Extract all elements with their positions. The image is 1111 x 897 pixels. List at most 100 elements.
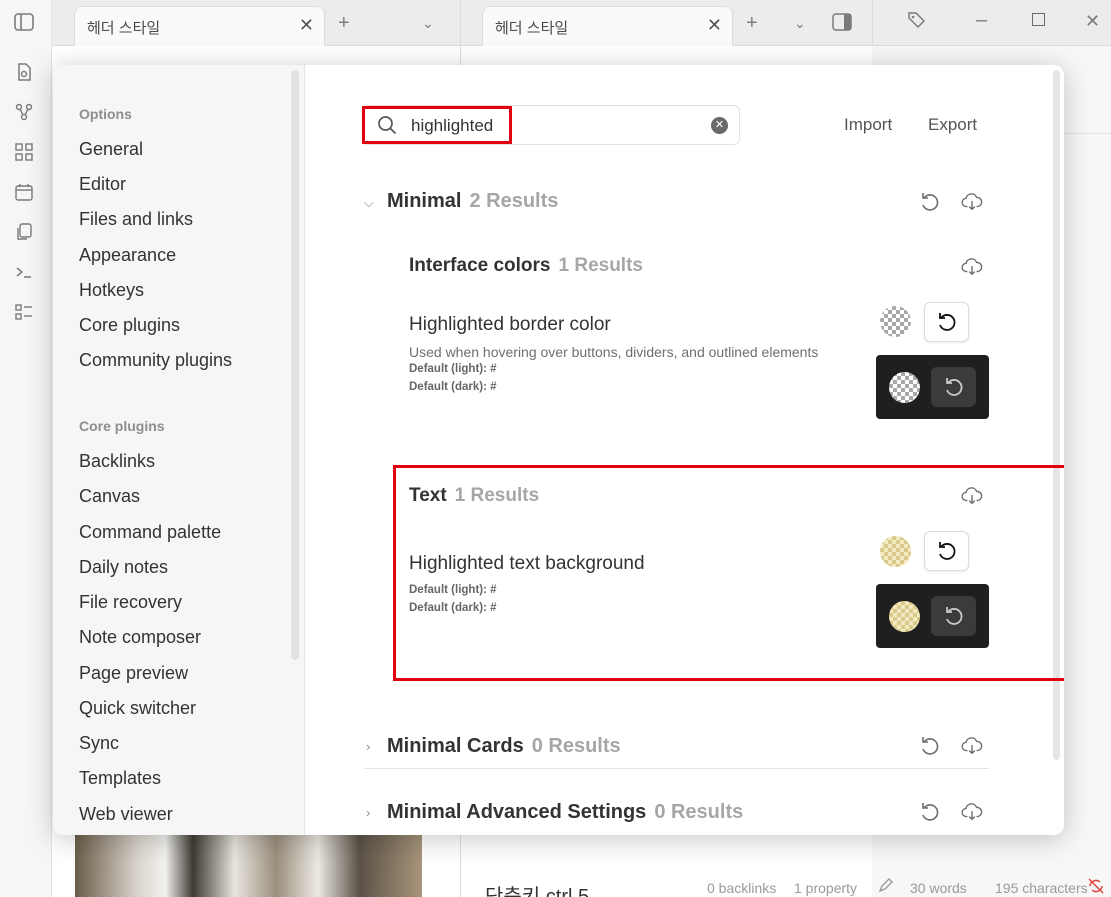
- status-characters: 195 characters: [995, 880, 1088, 896]
- cloud-download-icon[interactable]: [959, 189, 985, 215]
- status-words: 30 words: [910, 880, 967, 896]
- chevron-down-icon[interactable]: ⌵: [364, 195, 374, 211]
- sidebar-item-daily-notes[interactable]: Daily notes: [79, 557, 168, 578]
- settings-content: ✕ Import Export ⌵ Minimal 2 Results Inter…: [305, 65, 1064, 835]
- reset-button-dark[interactable]: [931, 596, 976, 636]
- section-minimal-cards[interactable]: Minimal Cards 0 Results: [387, 735, 621, 758]
- sidebar-item-note-composer[interactable]: Note composer: [79, 627, 201, 648]
- sidebar-item-file-recovery[interactable]: File recovery: [79, 592, 182, 613]
- close-icon[interactable]: ✕: [299, 15, 314, 36]
- maximize-icon[interactable]: [1032, 13, 1045, 26]
- sidebar-toggle-icon[interactable]: [12, 10, 36, 34]
- section-title: Minimal Advanced Settings: [387, 801, 647, 823]
- status-property[interactable]: 1 property: [794, 880, 857, 896]
- tab-note-2[interactable]: 헤더 스타일 ✕: [482, 6, 733, 46]
- sidebar-item-appearance[interactable]: Appearance: [79, 245, 176, 266]
- section-count: 2 Results: [469, 190, 559, 212]
- sidebar-item-backlinks[interactable]: Backlinks: [79, 451, 155, 472]
- section-text: Text 1 Results: [409, 485, 539, 507]
- new-tab-icon[interactable]: +: [746, 13, 758, 33]
- export-button[interactable]: Export: [928, 115, 977, 135]
- sidebar-item-hotkeys[interactable]: Hotkeys: [79, 280, 144, 301]
- sidebar-item-templates[interactable]: Templates: [79, 768, 161, 789]
- reset-button[interactable]: [924, 302, 969, 342]
- section-count: 1 Results: [454, 485, 540, 506]
- section-minimal[interactable]: Minimal 2 Results: [387, 190, 558, 213]
- cloud-download-icon[interactable]: [959, 799, 985, 825]
- graph-icon[interactable]: [12, 100, 36, 124]
- status-bar: 0 backlinks 1 property 30 words 195 char…: [460, 876, 1111, 897]
- tab-label: 헤더 스타일: [87, 20, 161, 37]
- sidebar-item-quick-switcher[interactable]: Quick switcher: [79, 698, 196, 719]
- tags-icon[interactable]: [907, 10, 929, 35]
- sidebar-scrollbar[interactable]: [291, 70, 299, 660]
- section-minimal-advanced-settings[interactable]: Minimal Advanced Settings 0 Results: [387, 801, 743, 824]
- section-count: 1 Results: [558, 255, 643, 276]
- reset-button[interactable]: [924, 531, 969, 571]
- edit-icon[interactable]: [877, 878, 895, 897]
- sidebar-item-files-and-links[interactable]: Files and links: [79, 209, 193, 230]
- reset-icon[interactable]: [917, 189, 943, 215]
- left-ribbon: [0, 0, 52, 897]
- sidebar-group-core-plugins: Core plugins: [79, 418, 165, 434]
- sidebar-item-web-viewer[interactable]: Web viewer: [79, 804, 173, 825]
- sidebar-item-core-plugins[interactable]: Core plugins: [79, 315, 180, 336]
- color-swatch-dark[interactable]: [889, 372, 920, 403]
- terminal-icon[interactable]: [12, 260, 36, 284]
- annotation-highlight-search: [362, 106, 512, 144]
- dark-mode-color-panel: [876, 355, 989, 419]
- tab-bar: 헤더 스타일 ✕ + ⌄ 헤더 스타일 ✕ + ⌄ – ✕: [52, 0, 1111, 46]
- section-count: 0 Results: [531, 735, 621, 757]
- clear-search-icon[interactable]: ✕: [711, 117, 728, 134]
- default-light-value: Default (light): #: [409, 363, 497, 375]
- cloud-download-icon[interactable]: [959, 254, 985, 280]
- close-icon[interactable]: ✕: [707, 15, 722, 36]
- file-search-icon[interactable]: [12, 60, 36, 84]
- section-title: Minimal Cards: [387, 735, 524, 757]
- minimize-icon[interactable]: –: [976, 10, 987, 30]
- sidebar-item-page-preview[interactable]: Page preview: [79, 663, 188, 684]
- import-button[interactable]: Import: [844, 115, 892, 135]
- cloud-download-icon[interactable]: [959, 733, 985, 759]
- window-close-icon[interactable]: ✕: [1085, 11, 1100, 31]
- copy-icon[interactable]: [12, 220, 36, 244]
- chevron-down-icon[interactable]: ⌄: [422, 13, 434, 33]
- reset-icon: [938, 313, 955, 331]
- new-tab-icon[interactable]: +: [338, 13, 350, 33]
- sidebar-item-editor[interactable]: Editor: [79, 174, 126, 195]
- color-swatch-dark[interactable]: [889, 601, 920, 632]
- sidebar-item-sync[interactable]: Sync: [79, 733, 119, 754]
- reset-button-dark[interactable]: [931, 367, 976, 407]
- calendar-icon[interactable]: [12, 180, 36, 204]
- list-icon[interactable]: [12, 300, 36, 324]
- settings-sidebar: Options General Editor Files and links A…: [53, 65, 305, 835]
- reset-icon: [938, 542, 955, 560]
- color-swatch-light[interactable]: [880, 306, 911, 337]
- settings-modal: Options General Editor Files and links A…: [53, 65, 1064, 835]
- setting-name: Highlighted text background: [409, 553, 645, 574]
- section-title: Text: [409, 485, 447, 506]
- sidebar-item-general[interactable]: General: [79, 139, 143, 160]
- sidebar-item-command-palette[interactable]: Command palette: [79, 522, 221, 543]
- chevron-right-icon[interactable]: ›: [366, 739, 370, 754]
- cloud-download-icon[interactable]: [959, 483, 985, 509]
- right-sidebar-toggle-icon[interactable]: [832, 12, 852, 37]
- sidebar-item-canvas[interactable]: Canvas: [79, 486, 140, 507]
- reset-icon[interactable]: [917, 733, 943, 759]
- reset-icon[interactable]: [917, 799, 943, 825]
- panda-image: [75, 835, 422, 897]
- divider: [365, 768, 989, 769]
- dark-mode-color-panel: [876, 584, 989, 648]
- tab-note-1[interactable]: 헤더 스타일 ✕: [74, 6, 325, 46]
- default-light-value: Default (light): #: [409, 584, 497, 596]
- sync-error-icon[interactable]: [1087, 878, 1105, 897]
- canvas-grid-icon[interactable]: [12, 140, 36, 164]
- color-swatch-light[interactable]: [880, 536, 911, 567]
- sidebar-item-community-plugins[interactable]: Community plugins: [79, 350, 232, 371]
- chevron-right-icon[interactable]: ›: [366, 805, 370, 820]
- reset-icon: [945, 378, 962, 396]
- status-backlinks[interactable]: 0 backlinks: [707, 880, 776, 896]
- section-title: Interface colors: [409, 255, 551, 276]
- chevron-down-icon[interactable]: ⌄: [794, 13, 806, 33]
- sidebar-group-options: Options: [79, 106, 132, 122]
